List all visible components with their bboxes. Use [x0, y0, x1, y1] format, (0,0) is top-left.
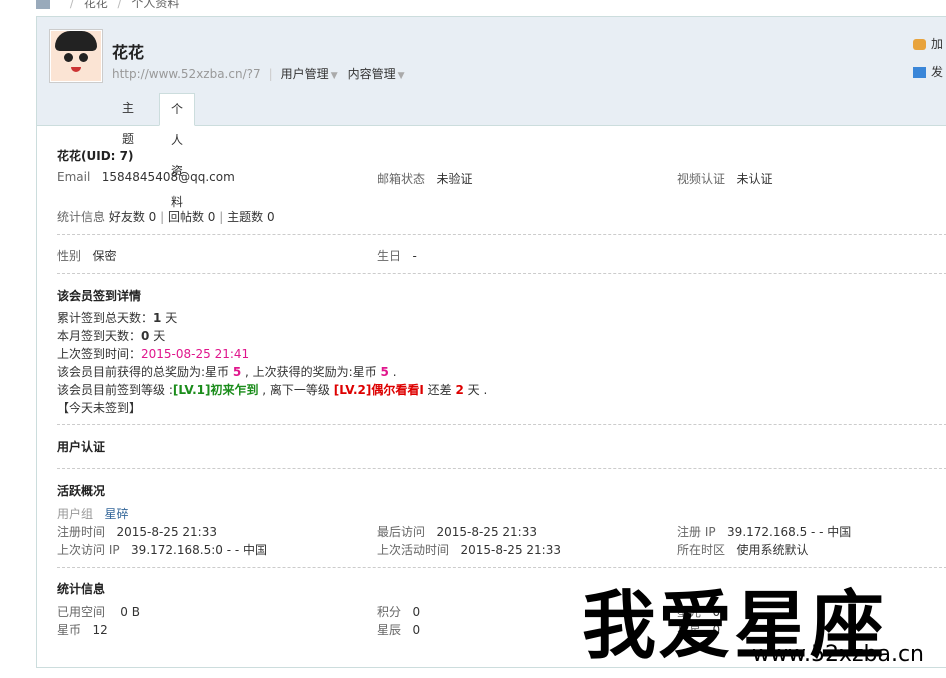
- profile-header: 花花 http://www.52xzba.cn/?7 | 用户管理 ▼ 内容管理 ▼ 加 …: [37, 17, 946, 209]
- divider: [57, 468, 946, 469]
- signin-month: 本月签到天数：0 天: [57, 329, 166, 343]
- email-value: 1584845408@qq.com: [101, 170, 235, 184]
- add-friend-action[interactable]: 加: [913, 35, 943, 52]
- breadcrumb-item-user[interactable]: 花花: [84, 0, 108, 10]
- name-uid: 花花(UID: 7): [57, 149, 134, 163]
- verify-title: 用户认证: [57, 440, 106, 454]
- activity-title: 活跃概况: [57, 484, 106, 498]
- replies-count-link[interactable]: 回帖数 0: [168, 210, 215, 224]
- content-manage-menu[interactable]: 内容管理 ▼: [348, 67, 405, 81]
- signin-level: 该会员目前签到等级 :[LV.1]初来乍到 , 离下一等级 [LV.2]偶尔看看…: [57, 383, 488, 397]
- signin-reward: 该会员目前获得的总奖励为:星币 5 , 上次获得的奖励为:星币 5 .: [57, 365, 397, 379]
- gender-row: 性别 保密 生日 -: [57, 249, 417, 263]
- envelope-icon: [913, 67, 926, 78]
- video-status: 未认证: [736, 172, 773, 186]
- signin-title: 该会员签到详情: [57, 289, 142, 303]
- signin-today: 【今天未签到】: [57, 401, 142, 415]
- breadcrumb: / 花花 / 个人资料: [36, 0, 180, 10]
- avatar[interactable]: [49, 29, 103, 83]
- home-icon[interactable]: [36, 0, 50, 9]
- activity-row-2: 上次访问 IP 39.172.168.5:0 - - 中国 上次活动时间 201…: [57, 543, 809, 557]
- divider: [57, 234, 946, 235]
- divider: [57, 424, 946, 425]
- email-row: Email 1584845408@qq.com 邮箱状态 未验证 视频认证 未认…: [57, 170, 773, 186]
- tab-threads[interactable]: 主题: [111, 93, 145, 146]
- stats-row: 统计信息 好友数 0 | 回帖数 0 | 主题数 0: [57, 210, 275, 224]
- handshake-icon: [913, 39, 926, 50]
- tab-profile[interactable]: 个人资料: [159, 93, 196, 209]
- chevron-down-icon: ▼: [330, 71, 338, 81]
- divider: [57, 273, 946, 274]
- chevron-down-icon: ▼: [397, 71, 405, 81]
- email-status: 未验证: [436, 172, 473, 186]
- breadcrumb-item-profile: 个人资料: [131, 0, 180, 10]
- user-url[interactable]: http://www.52xzba.cn/?7: [112, 67, 261, 81]
- threads-count-link[interactable]: 主题数 0: [227, 210, 274, 224]
- friends-count-link[interactable]: 好友数 0: [109, 210, 156, 224]
- usergroup-link[interactable]: 星碎: [104, 507, 128, 521]
- watermark-url: www.52xzba.cn: [752, 642, 924, 667]
- send-message-action[interactable]: 发: [913, 63, 943, 80]
- avatar-image: [51, 31, 101, 81]
- username-title: 花花: [112, 43, 145, 62]
- statistics-title: 统计信息: [57, 582, 106, 596]
- signin-total: 累计签到总天数：1 天: [57, 311, 178, 325]
- signin-last: 上次签到时间：2015-08-25 21:41: [57, 347, 250, 361]
- activity-row-1: 注册时间 2015-8-25 21:33 最后访问 2015-8-25 21:3…: [57, 525, 852, 539]
- user-link-row: http://www.52xzba.cn/?7 | 用户管理 ▼ 内容管理 ▼: [112, 67, 405, 81]
- usergroup-row: 用户组 星碎: [57, 507, 129, 521]
- user-manage-menu[interactable]: 用户管理 ▼: [281, 67, 338, 81]
